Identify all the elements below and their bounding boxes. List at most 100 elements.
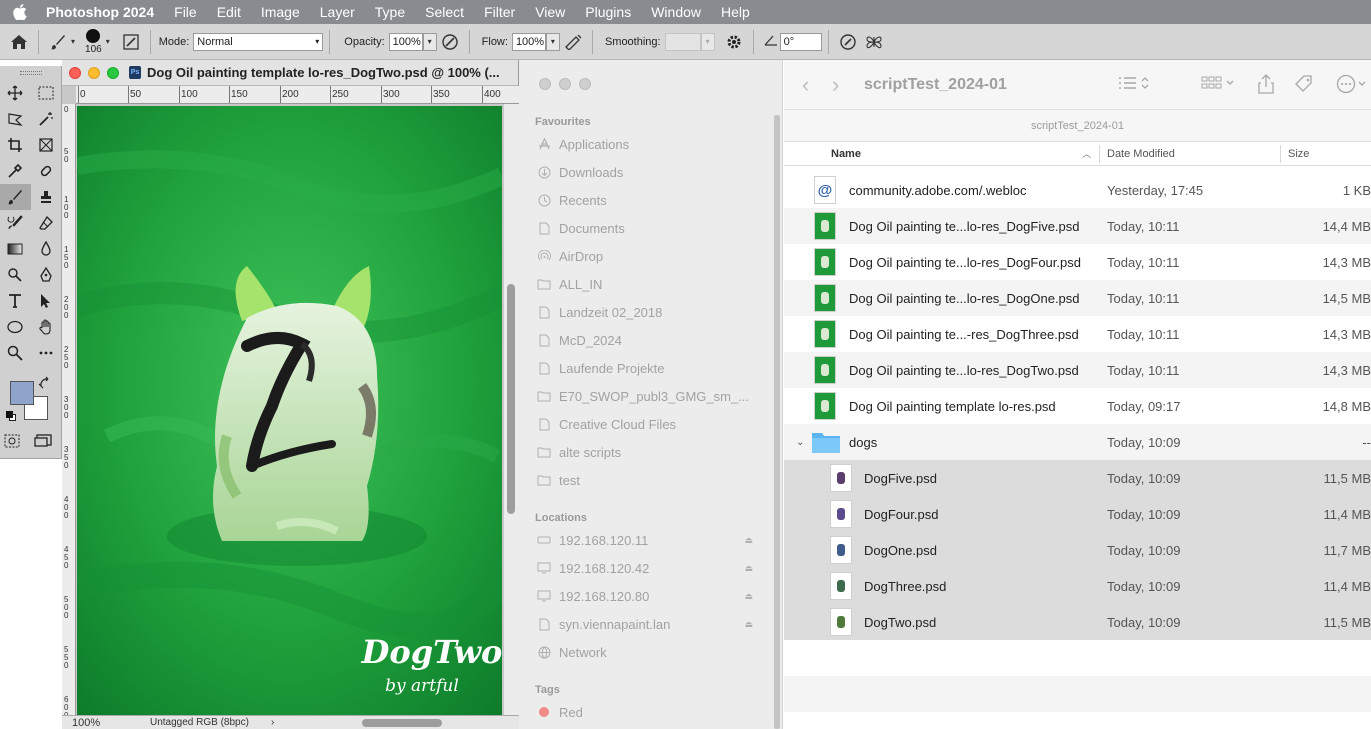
- dodge-tool-icon[interactable]: [0, 262, 31, 288]
- disclosure-expanded-icon[interactable]: ⌄: [796, 437, 804, 448]
- horizontal-scrollbar-thumb[interactable]: [362, 719, 442, 727]
- zoom-level[interactable]: 100%: [72, 717, 132, 729]
- sidebar-item-e70[interactable]: E70_SWOP_publ3_GMG_sm_...: [537, 382, 757, 410]
- file-row[interactable]: Dog Oil painting te...-res_DogThree.psd …: [784, 316, 1371, 352]
- chevron-down-icon[interactable]: ▾: [71, 37, 75, 46]
- sidebar-item-airdrop[interactable]: AirDrop: [537, 242, 757, 270]
- move-tool-icon[interactable]: [0, 80, 31, 106]
- sidebar-item-creative-cloud[interactable]: Creative Cloud Files: [537, 410, 757, 438]
- canvas-vertical-scrollbar[interactable]: [504, 104, 519, 715]
- magic-wand-tool-icon[interactable]: [31, 106, 62, 132]
- gradient-tool-icon[interactable]: [0, 236, 31, 262]
- sidebar-item-syn-viennapaint[interactable]: syn.viennapaint.lan ⏏: [537, 610, 757, 638]
- color-profile-info[interactable]: Untagged RGB (8bpc): [150, 717, 249, 728]
- menu-select[interactable]: Select: [415, 4, 474, 20]
- ellipse-tool-icon[interactable]: [0, 314, 31, 340]
- sidebar-item-location-80[interactable]: 192.168.120.80 ⏏: [537, 582, 757, 610]
- sidebar-item-test[interactable]: test: [537, 466, 757, 494]
- hand-tool-icon[interactable]: [31, 314, 62, 340]
- eject-icon[interactable]: ⏏: [744, 591, 753, 602]
- quick-mask-icon[interactable]: [4, 434, 20, 453]
- panel-grip[interactable]: [0, 66, 61, 80]
- brush-angle-input[interactable]: 0°: [779, 32, 822, 51]
- type-tool-icon[interactable]: [0, 288, 31, 314]
- sidebar-item-all-in[interactable]: ALL_IN: [537, 270, 757, 298]
- sidebar-item-location-11[interactable]: 192.168.120.11 ⏏: [537, 526, 757, 554]
- healing-brush-tool-icon[interactable]: [31, 158, 62, 184]
- menu-window[interactable]: Window: [641, 4, 711, 20]
- minimize-window-button[interactable]: [559, 78, 571, 90]
- pressure-size-icon[interactable]: [835, 29, 861, 55]
- sidebar-item-landzeit[interactable]: Landzeit 02_2018: [537, 298, 757, 326]
- menu-layer[interactable]: Layer: [310, 4, 365, 20]
- column-header-date-modified[interactable]: Date Modified: [1107, 148, 1175, 160]
- sidebar-item-location-42[interactable]: 192.168.120.42 ⏏: [537, 554, 757, 582]
- zoom-window-button[interactable]: [107, 66, 119, 79]
- eject-icon[interactable]: ⏏: [744, 619, 753, 630]
- tag-icon[interactable]: [1294, 74, 1314, 99]
- sort-ascending-icon[interactable]: ︿: [1082, 147, 1091, 160]
- pressure-opacity-icon[interactable]: [437, 29, 463, 55]
- brush-tool-icon[interactable]: [0, 184, 31, 210]
- folder-row[interactable]: ⌄ dogs Today, 10:09 --: [784, 424, 1371, 460]
- sidebar-item-documents[interactable]: Documents: [537, 214, 757, 242]
- menu-filter[interactable]: Filter: [474, 4, 525, 20]
- menu-file[interactable]: File: [164, 4, 207, 20]
- eject-icon[interactable]: ⏏: [744, 563, 753, 574]
- column-header-name[interactable]: Name: [831, 148, 861, 160]
- list-view-icon[interactable]: [1118, 74, 1152, 97]
- crop-tool-icon[interactable]: [0, 132, 31, 158]
- smoothing-dropdown[interactable]: ▾: [700, 32, 715, 51]
- chevron-right-icon[interactable]: ›: [271, 717, 274, 728]
- file-row[interactable]: Dog Oil painting te...lo-res_DogFive.psd…: [784, 208, 1371, 244]
- opacity-input[interactable]: 100%: [388, 32, 423, 51]
- file-row[interactable]: Dog Oil painting te...lo-res_DogTwo.psd …: [784, 352, 1371, 388]
- symmetry-butterfly-icon[interactable]: [861, 29, 887, 55]
- menu-type[interactable]: Type: [365, 4, 415, 20]
- file-row[interactable]: Dog Oil painting te...lo-res_DogFour.psd…: [784, 244, 1371, 280]
- marquee-tool-icon[interactable]: [31, 80, 62, 106]
- sidebar-item-applications[interactable]: Applications: [537, 130, 757, 158]
- more-tools-icon[interactable]: [31, 340, 62, 366]
- sidebar-item-mcd[interactable]: McD_2024: [537, 326, 757, 354]
- menu-view[interactable]: View: [525, 4, 575, 20]
- column-header-size[interactable]: Size: [1288, 148, 1309, 160]
- zoom-tool-icon[interactable]: [0, 340, 31, 366]
- sidebar-item-laufende-projekte[interactable]: Laufende Projekte: [537, 354, 757, 382]
- home-icon[interactable]: [6, 29, 32, 55]
- history-brush-tool-icon[interactable]: [0, 210, 31, 236]
- menu-app-name[interactable]: Photoshop 2024: [40, 4, 164, 20]
- close-window-button[interactable]: [539, 78, 551, 90]
- menu-plugins[interactable]: Plugins: [575, 4, 641, 20]
- menu-edit[interactable]: Edit: [207, 4, 251, 20]
- screen-mode-icon[interactable]: [34, 434, 54, 453]
- sidebar-item-downloads[interactable]: Downloads: [537, 158, 757, 186]
- frame-tool-icon[interactable]: [31, 132, 62, 158]
- clone-stamp-tool-icon[interactable]: [31, 184, 62, 210]
- minimize-window-button[interactable]: [88, 66, 100, 79]
- brush-tool-icon[interactable]: [45, 29, 71, 55]
- zoom-window-button[interactable]: [579, 78, 591, 90]
- mode-select[interactable]: Normal ▾: [193, 32, 324, 51]
- sidebar-item-recents[interactable]: Recents: [537, 186, 757, 214]
- file-row[interactable]: DogOne.psd Today, 10:09 11,7 MB: [784, 532, 1371, 568]
- file-row[interactable]: DogTwo.psd Today, 10:09 11,5 MB: [784, 604, 1371, 640]
- forward-button[interactable]: ›: [832, 72, 850, 98]
- share-icon[interactable]: [1258, 74, 1274, 99]
- back-button[interactable]: ‹: [802, 72, 820, 98]
- scrollbar-thumb[interactable]: [774, 115, 780, 729]
- opacity-dropdown[interactable]: ▾: [422, 32, 437, 51]
- file-row[interactable]: Dog Oil painting te...lo-res_DogOne.psd …: [784, 280, 1371, 316]
- airbrush-icon[interactable]: [560, 29, 586, 55]
- brush-settings-panel-icon[interactable]: [118, 29, 144, 55]
- eraser-tool-icon[interactable]: [31, 210, 62, 236]
- file-row[interactable]: DogThree.psd Today, 10:09 11,4 MB: [784, 568, 1371, 604]
- brush-preset-picker[interactable]: 106: [85, 28, 102, 55]
- group-by-icon[interactable]: [1201, 74, 1237, 97]
- sidebar-item-network[interactable]: Network: [537, 638, 757, 666]
- foreground-color-swatch[interactable]: [10, 381, 34, 405]
- document-canvas[interactable]: DogTwo by artful: [77, 106, 502, 715]
- more-actions-icon[interactable]: [1336, 74, 1371, 99]
- file-row[interactable]: DogFive.psd Today, 10:09 11,5 MB: [784, 460, 1371, 496]
- document-title-bar[interactable]: Ps Dog Oil painting template lo-res_DogT…: [62, 60, 518, 86]
